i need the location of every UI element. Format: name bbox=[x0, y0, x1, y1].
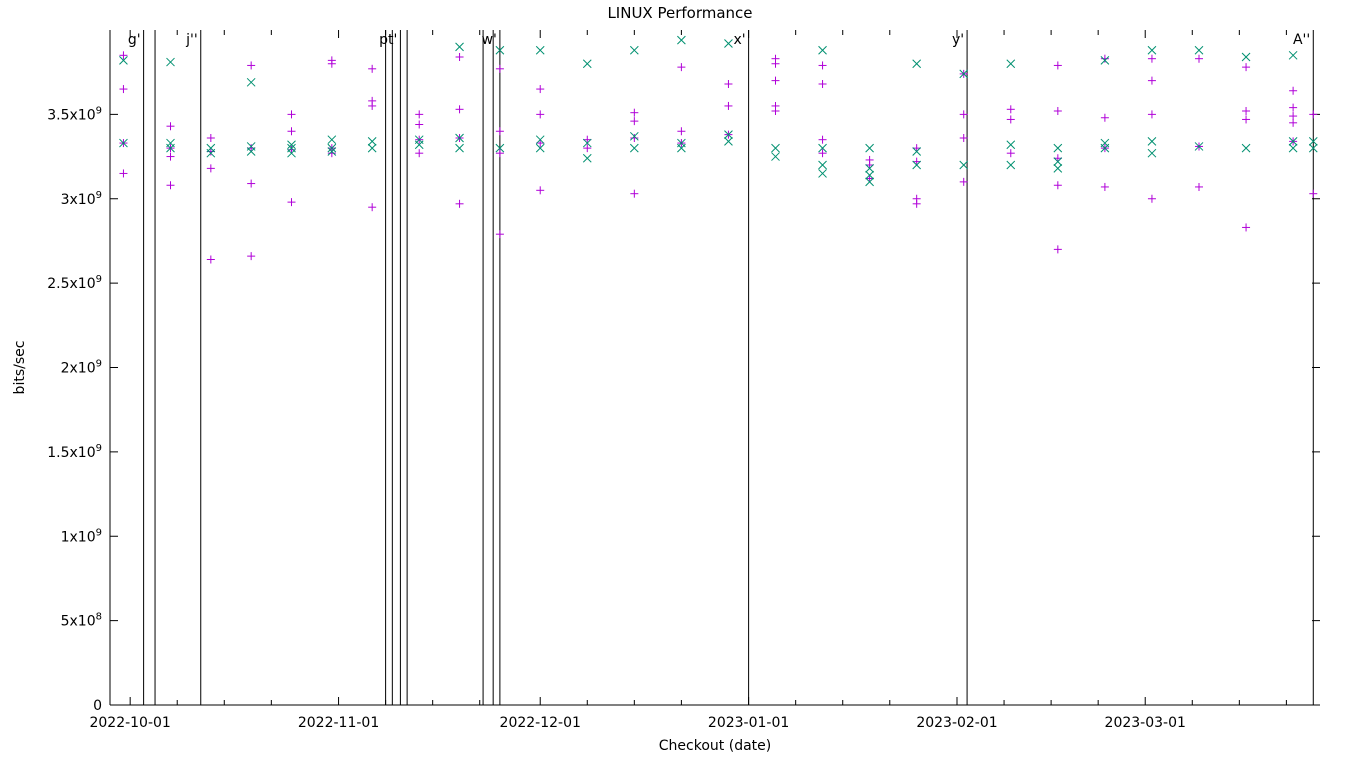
y-tick-label: 3.5x109 bbox=[47, 105, 102, 123]
event-label: y' bbox=[952, 32, 964, 48]
x-tick-label: 2023-03-01 bbox=[1105, 715, 1186, 731]
y-tick-label: 2x109 bbox=[61, 359, 102, 377]
event-label: pt' bbox=[379, 32, 397, 48]
event-label: j'' bbox=[185, 32, 198, 48]
chart-title: LINUX Performance bbox=[607, 4, 752, 22]
y-tick-label: 3x109 bbox=[61, 190, 102, 208]
y-tick-label: 1x109 bbox=[61, 527, 102, 545]
event-label: w' bbox=[482, 32, 497, 48]
event-label: x' bbox=[733, 32, 745, 48]
x-tick-label: 2022-10-01 bbox=[89, 715, 170, 731]
event-label: A'' bbox=[1293, 32, 1310, 48]
event-label: g' bbox=[128, 32, 141, 48]
y-axis-label: bits/sec bbox=[12, 341, 28, 395]
x-tick-label: 2022-11-01 bbox=[298, 715, 379, 731]
performance-chart: LINUX Performance 0 5x108 1x109 1.5x109 2x10… bbox=[0, 0, 1360, 768]
x-tick-label: 2023-02-01 bbox=[916, 715, 997, 731]
x-tick-label: 2022-12-01 bbox=[500, 715, 581, 731]
x-tick-label: 2023-01-01 bbox=[708, 715, 789, 731]
y-tick-label: 2.5x109 bbox=[47, 274, 102, 292]
x-axis-label: Checkout (date) bbox=[659, 738, 771, 754]
y-tick-label: 1.5x109 bbox=[47, 443, 102, 461]
y-tick-label: 5x108 bbox=[61, 612, 102, 630]
y-tick-label: 0 bbox=[93, 698, 102, 714]
